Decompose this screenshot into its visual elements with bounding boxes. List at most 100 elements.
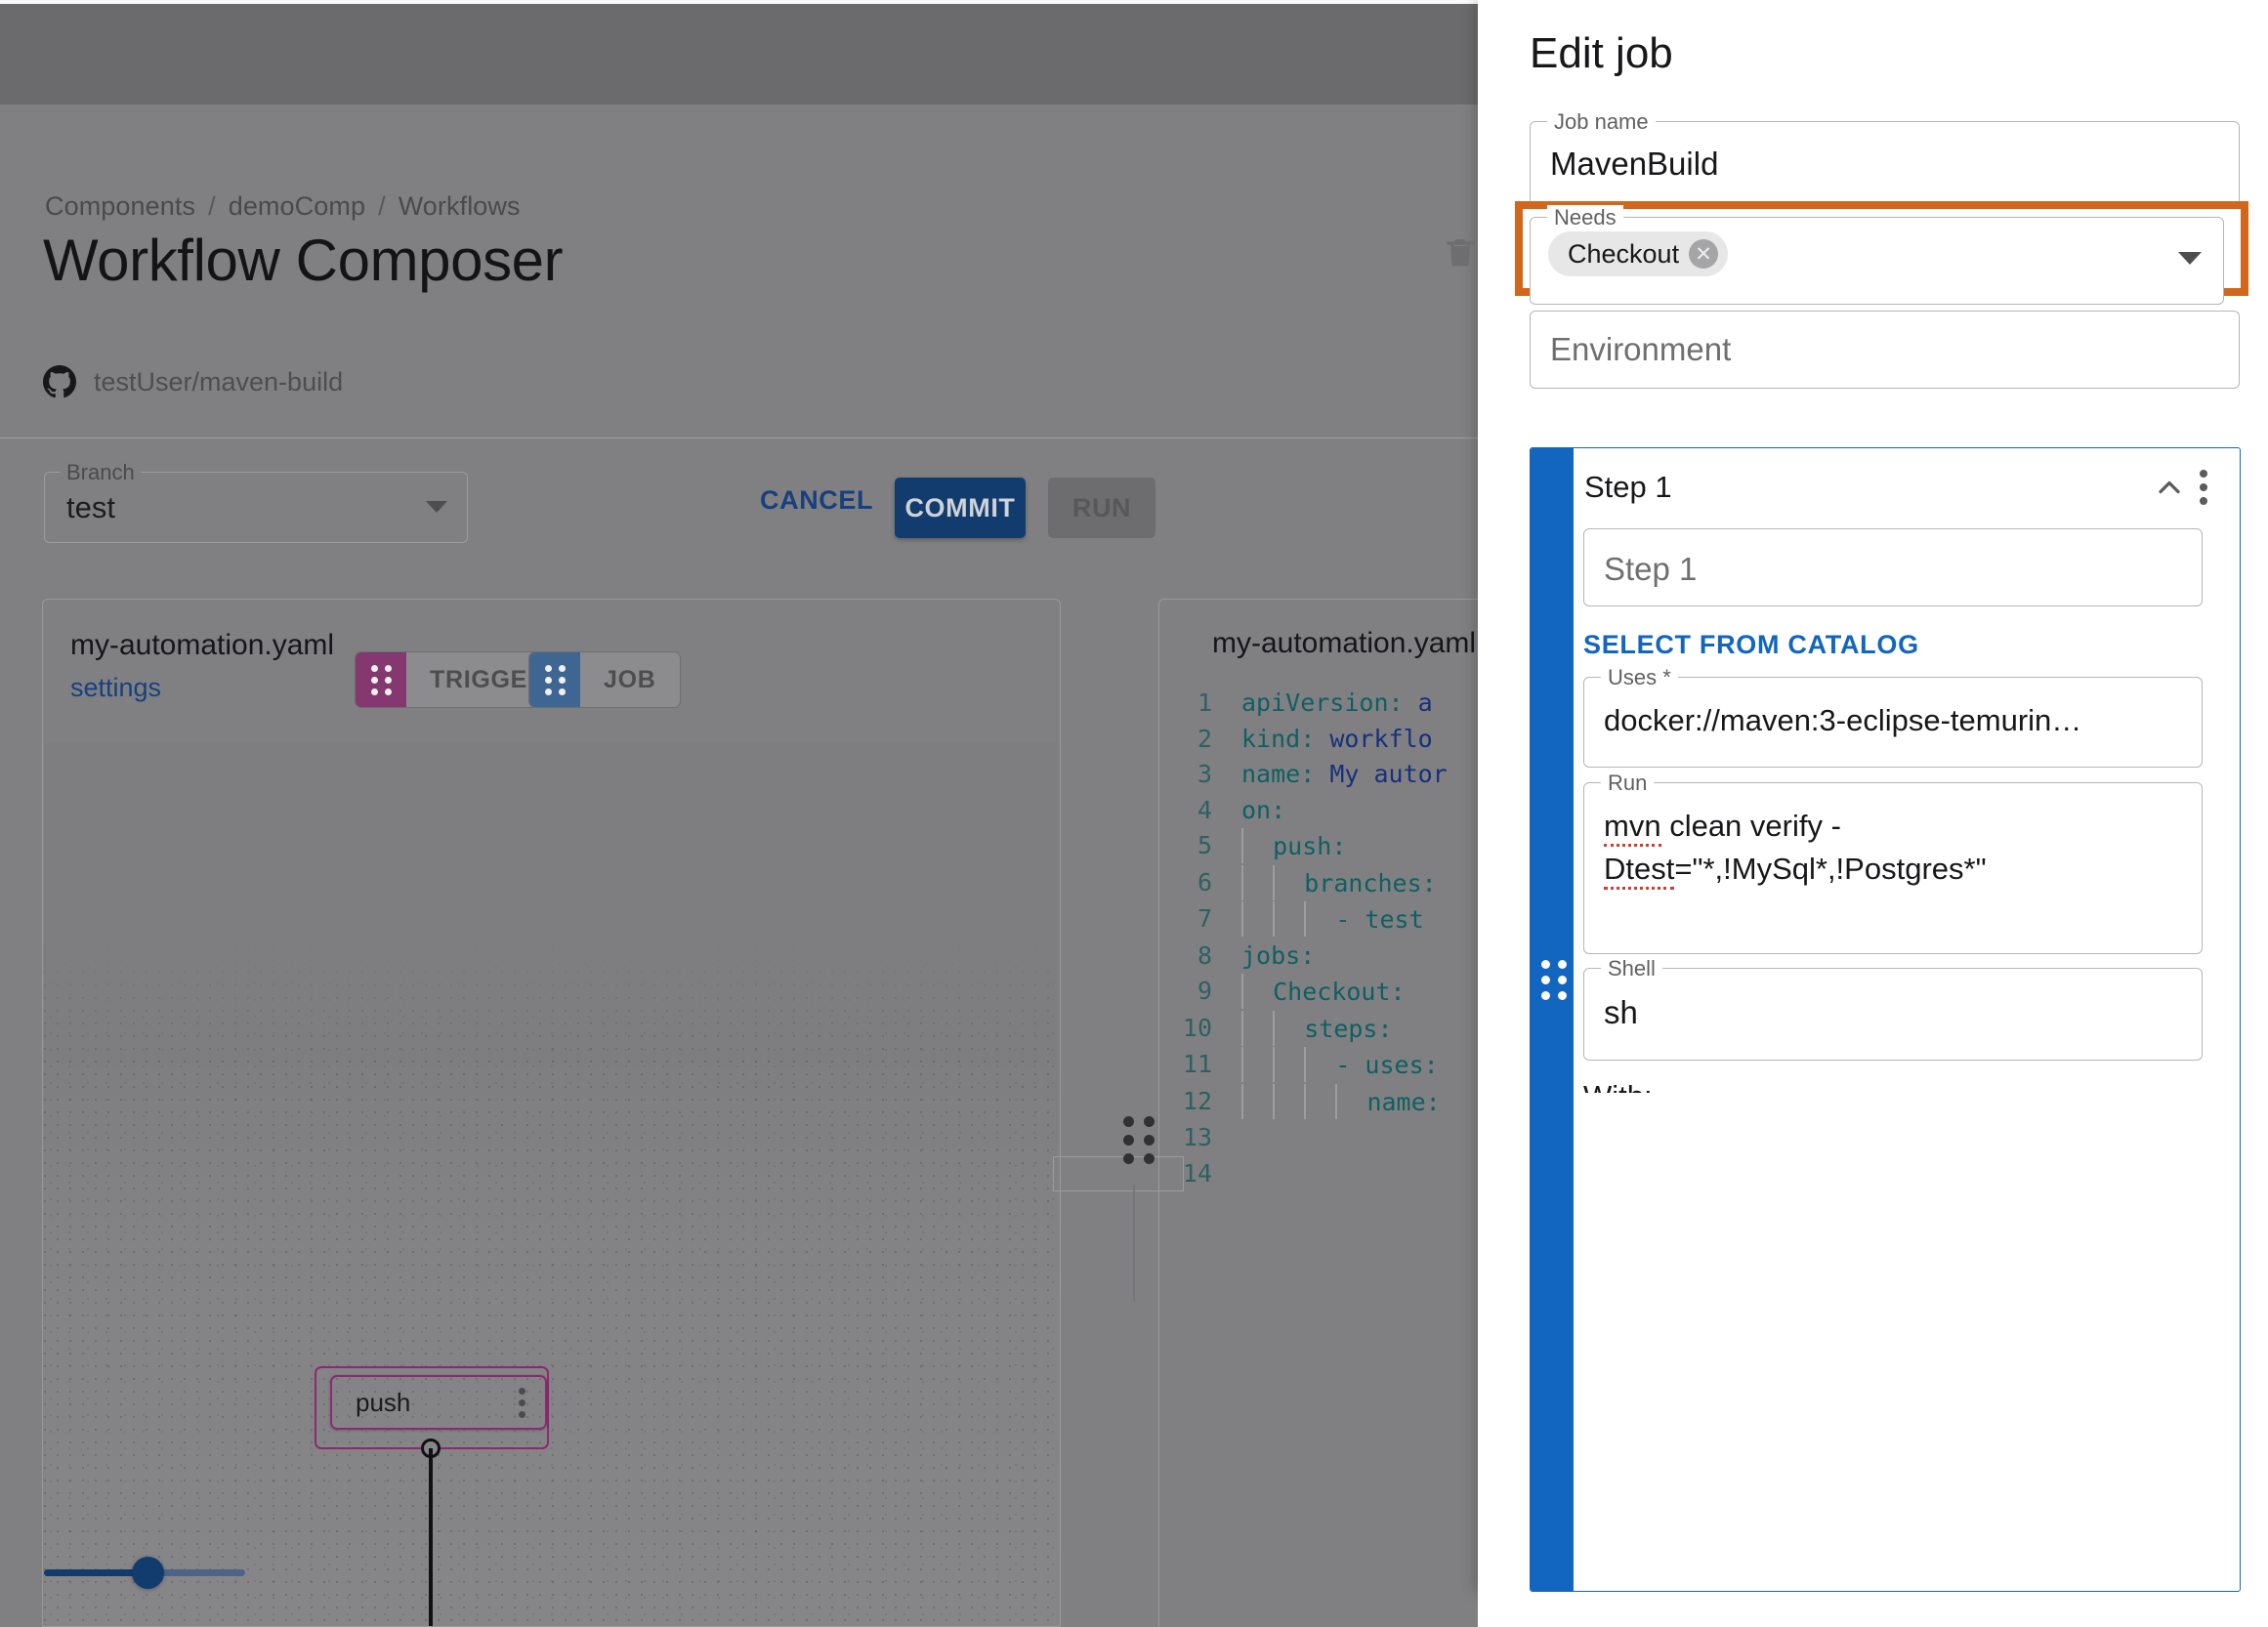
yaml-line-code: kind: workflo [1241, 722, 1433, 758]
chip-label: Checkout [1568, 238, 1680, 269]
yaml-key: name: [1366, 1087, 1441, 1116]
repo-line: testUser/maven-build [43, 365, 343, 398]
run-button[interactable]: RUN [1048, 478, 1155, 538]
shell-field[interactable]: Shell sh [1583, 956, 2203, 1061]
flow-node-label: push [356, 1387, 411, 1417]
branch-label: Branch [61, 460, 141, 485]
step-header: Step 1 [1584, 470, 2220, 505]
yaml-line-number: 12 [1182, 1086, 1212, 1115]
flow-canvas[interactable]: push Checkout [44, 743, 1060, 1626]
job-pill-label: JOB [604, 665, 656, 693]
yaml-line-code: - test [1241, 901, 1424, 939]
yaml-key: on: [1241, 795, 1286, 824]
zoom-slider-thumb[interactable] [132, 1557, 164, 1589]
commit-button[interactable]: COMMIT [895, 478, 1026, 538]
with-label: With: [1583, 1079, 1653, 1093]
yaml-key: - test [1335, 905, 1424, 934]
yaml-line-number: 11 [1182, 1050, 1212, 1078]
yaml-code-area[interactable]: 1 apiVersion: a 2 kind: workflo 3 name: My au… [1159, 686, 1448, 1191]
misspelled-word: Dtest [1604, 852, 1675, 890]
close-icon[interactable]: ✕ [1689, 239, 1719, 269]
cancel-button[interactable]: CANCEL [760, 485, 873, 516]
shell-value: sh [1604, 994, 1638, 1030]
chevron-up-icon[interactable] [2152, 470, 2187, 505]
yaml-line: 10 steps: [1159, 1010, 1448, 1048]
yaml-line-number: 13 [1182, 1123, 1212, 1151]
yaml-line-number: 6 [1197, 867, 1212, 897]
uses-field[interactable]: Uses * docker://maven:3-eclipse-temurin… [1583, 665, 2203, 768]
breadcrumb-item-democomp[interactable]: demoComp [229, 191, 365, 222]
yaml-line-code: push: [1241, 828, 1346, 865]
uses-label: Uses * [1601, 665, 1678, 690]
yaml-key: - uses: [1335, 1051, 1439, 1079]
environment-field[interactable]: Environment [1530, 311, 2240, 389]
job-name-value: MavenBuild [1550, 146, 1719, 182]
kebab-menu-icon[interactable] [519, 1387, 545, 1418]
split-divider[interactable] [1133, 1185, 1135, 1302]
yaml-line-number: 9 [1197, 977, 1212, 1005]
yaml-key: jobs: [1241, 940, 1316, 970]
breadcrumb-separator: / [378, 191, 386, 221]
settings-link[interactable]: settings [70, 673, 161, 703]
run-field[interactable]: Run mvn clean verify - Dtest="*,!MySql*,!… [1583, 771, 2203, 954]
shell-label: Shell [1601, 956, 1662, 981]
yaml-line: 5 push: [1159, 828, 1448, 865]
yaml-line-number: 8 [1197, 940, 1212, 970]
yaml-key: Checkout: [1273, 978, 1406, 1006]
workflow-designer-card: my-automation.yaml settings TRIGGER JOB [42, 599, 1061, 1627]
app-background-scrim: Components / demoComp / Workflows Workfl… [0, 0, 1478, 1627]
kebab-menu-icon[interactable] [2187, 470, 2220, 505]
drawer-title: Edit job [1530, 29, 1673, 77]
step-name-input[interactable]: Step 1 [1583, 528, 2203, 606]
yaml-line: 1 apiVersion: a [1159, 686, 1448, 722]
branch-select[interactable]: Branch test [44, 460, 468, 543]
needs-chip-checkout[interactable]: Checkout ✕ [1548, 231, 1729, 276]
yaml-line-number: 3 [1197, 760, 1212, 788]
step-drag-rail[interactable] [1531, 448, 1574, 1591]
yaml-line: 11 - uses: [1159, 1047, 1448, 1084]
yaml-line: 6 branches: [1159, 864, 1448, 902]
chevron-down-icon[interactable] [2178, 252, 2202, 265]
delete-job-button[interactable] [1443, 231, 1478, 272]
step-card: Step 1 Step 1 SELECT FROM CATALOG Uses *… [1530, 447, 2241, 1592]
job-palette-item[interactable]: JOB [528, 651, 681, 708]
yaml-line: 8 jobs: [1159, 939, 1448, 975]
yaml-line: 14 [1159, 1156, 1448, 1192]
yaml-value: My autor [1315, 760, 1448, 788]
yaml-value: a [1403, 688, 1433, 717]
yaml-line: 2 kind: workflo [1159, 722, 1448, 758]
yaml-active-line-box [1053, 1156, 1184, 1191]
uses-value: docker://maven:3-eclipse-temurin… [1604, 703, 2082, 737]
yaml-line-number: 10 [1182, 1013, 1212, 1042]
yaml-line-number: 1 [1197, 688, 1212, 717]
environment-placeholder: Environment [1550, 331, 1732, 367]
yaml-line-code: name: My autor [1241, 757, 1448, 793]
needs-field[interactable]: Needs Checkout ✕ [1530, 205, 2224, 305]
drag-handle-icon[interactable] [1123, 1116, 1155, 1164]
drawer-bottom-edge [1478, 1592, 2268, 1627]
zoom-slider[interactable] [44, 1557, 245, 1589]
repo-name: testUser/maven-build [94, 366, 344, 396]
yaml-key: branches: [1304, 868, 1437, 897]
yaml-key: name: [1241, 760, 1316, 788]
drag-handle-icon[interactable] [356, 652, 406, 707]
yaml-line-code: name: [1241, 1083, 1441, 1121]
yaml-line-code: jobs: [1241, 939, 1315, 975]
yaml-line: 12 name: [1159, 1083, 1448, 1121]
yaml-line-number: 2 [1197, 724, 1212, 753]
trigger-node-wrapper[interactable]: push [315, 1366, 549, 1449]
flow-node-push[interactable]: push [330, 1375, 547, 1430]
breadcrumb-item-workflows[interactable]: Workflows [399, 191, 521, 222]
select-from-catalog-button[interactable]: SELECT FROM CATALOG [1583, 630, 1919, 660]
app-top-bar [0, 4, 1478, 104]
branch-value: test [66, 490, 115, 524]
breadcrumb-separator: / [208, 191, 216, 221]
drag-handle-icon[interactable] [529, 652, 580, 707]
breadcrumb-item-components[interactable]: Components [45, 191, 195, 222]
drag-handle-icon[interactable] [1541, 960, 1567, 1000]
yaml-line-code: branches: [1241, 864, 1437, 902]
job-name-field[interactable]: Job name MavenBuild [1530, 109, 2240, 207]
run-value-part: ="*,!MySql*,!Postgres*" [1674, 852, 1987, 886]
yaml-line: 9 Checkout: [1159, 974, 1448, 1011]
edit-job-drawer: Edit job Job name MavenBuild Needs Check… [1478, 0, 2268, 1592]
